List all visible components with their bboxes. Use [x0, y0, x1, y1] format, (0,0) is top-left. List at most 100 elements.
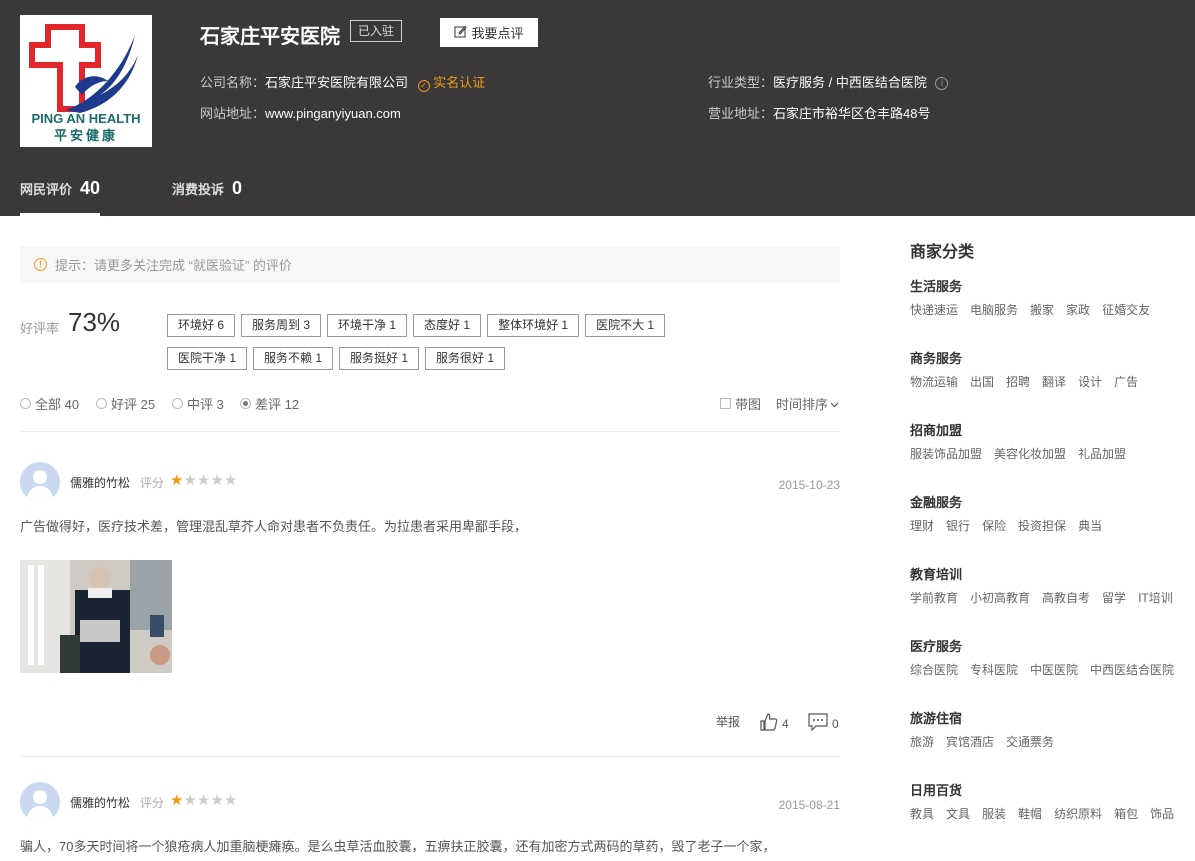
check-circle-icon: ✓ [417, 80, 430, 92]
verified-label: 实名认证 [433, 75, 486, 90]
category-link[interactable]: 投资担保 [1018, 517, 1066, 534]
radio-icon [172, 398, 183, 409]
category-link[interactable]: 家政 [1066, 301, 1090, 318]
company-label: 公司名称： [200, 75, 266, 90]
category-link[interactable]: 服装 [982, 805, 1006, 822]
tag-item[interactable]: 环境好 6 [167, 314, 236, 337]
category-link[interactable]: 专科医院 [970, 661, 1018, 678]
tag-item[interactable]: 医院不大 1 [585, 314, 666, 337]
website-link[interactable]: www.pinganyiyuan.com [265, 106, 401, 121]
category-link[interactable]: 搬家 [1030, 301, 1054, 318]
category-link[interactable]: 学前教育 [910, 589, 958, 606]
review-username[interactable]: 儒雅的竹松 [70, 794, 130, 811]
sort-dropdown[interactable]: 时间排序 [776, 394, 839, 413]
star-icon: ★ [183, 792, 197, 809]
category-link[interactable]: IT培训 [1138, 589, 1173, 606]
category-link[interactable]: 设计 [1078, 373, 1102, 390]
comment-count: 0 [832, 716, 839, 731]
category-link[interactable]: 招聘 [1006, 373, 1030, 390]
report-label: 举报 [716, 715, 741, 729]
tag-item[interactable]: 医院干净 1 [167, 347, 248, 370]
category-link[interactable]: 教具 [910, 805, 934, 822]
filter-good[interactable]: 好评 25 [96, 394, 155, 413]
category-link[interactable]: 鞋帽 [1018, 805, 1042, 822]
good-rate-label: 好评率 [20, 321, 60, 336]
avatar[interactable] [20, 782, 60, 822]
category-link[interactable]: 中西医结合医院 [1090, 661, 1174, 678]
star-icon: ★ [183, 472, 197, 489]
category-link[interactable]: 快递速运 [910, 301, 958, 318]
filter-bad[interactable]: 差评 12 [240, 394, 299, 413]
category-link[interactable]: 礼品加盟 [1078, 445, 1126, 462]
star-icon: ★ [223, 792, 238, 809]
category-link[interactable]: 出国 [970, 373, 994, 390]
category-link[interactable]: 理财 [910, 517, 934, 534]
filter-label: 差评 12 [255, 397, 300, 412]
divider [20, 756, 840, 757]
category-name[interactable]: 医疗服务 [910, 636, 1195, 655]
category-name[interactable]: 教育培训 [910, 564, 1195, 583]
chevron-down-icon [830, 396, 839, 411]
review-photo[interactable] [20, 560, 172, 673]
category-link[interactable]: 交通票务 [1006, 733, 1054, 750]
divider [20, 431, 840, 432]
filter-all[interactable]: 全部 40 [20, 394, 79, 413]
star-icon: ★ [210, 472, 224, 489]
category-link[interactable]: 文具 [946, 805, 970, 822]
category-link[interactable]: 高教自考 [1042, 589, 1090, 606]
edit-icon [454, 25, 468, 41]
filter-label: 中评 3 [187, 397, 224, 412]
category-link[interactable]: 物流运输 [910, 373, 958, 390]
thumbs-up-icon [760, 713, 778, 734]
tab-user-reviews[interactable]: 网民评价 40 [20, 178, 101, 216]
category-link[interactable]: 留学 [1102, 589, 1126, 606]
tab-complaints[interactable]: 消费投诉 0 [172, 178, 242, 216]
tag-item[interactable]: 服务很好 1 [425, 347, 506, 370]
category-link[interactable]: 中医医院 [1030, 661, 1078, 678]
radio-icon [20, 398, 31, 409]
tag-item[interactable]: 服务周到 3 [241, 314, 322, 337]
write-review-button[interactable]: 我要点评 [440, 18, 538, 47]
comment-button[interactable]: 0 [808, 713, 839, 734]
report-button[interactable]: 举报 [716, 713, 740, 730]
category-name[interactable]: 金融服务 [910, 492, 1195, 511]
category-link[interactable]: 征婚交友 [1102, 301, 1150, 318]
category-name[interactable]: 旅游住宿 [910, 708, 1195, 727]
category-name[interactable]: 生活服务 [910, 276, 1195, 295]
tag-item[interactable]: 整体环境好 1 [487, 314, 580, 337]
like-button[interactable]: 4 [760, 713, 789, 734]
category-name[interactable]: 商务服务 [910, 348, 1195, 367]
category-link[interactable]: 翻译 [1042, 373, 1066, 390]
category-link[interactable]: 典当 [1078, 517, 1102, 534]
tag-item[interactable]: 服务不赖 1 [253, 347, 334, 370]
category-link[interactable]: 旅游 [910, 733, 934, 750]
info-icon[interactable]: i [935, 77, 949, 91]
star-icon: ★ [196, 792, 211, 809]
tag-item[interactable]: 环境干净 1 [327, 314, 408, 337]
category-link[interactable]: 银行 [946, 517, 970, 534]
category-link[interactable]: 箱包 [1114, 805, 1138, 822]
category-link[interactable]: 保险 [982, 517, 1006, 534]
category-link[interactable]: 服装饰品加盟 [910, 445, 982, 462]
category-link[interactable]: 电脑服务 [970, 301, 1018, 318]
tag-item[interactable]: 服务挺好 1 [339, 347, 420, 370]
filter-mid[interactable]: 中评 3 [172, 394, 224, 413]
category-link[interactable]: 小初高教育 [970, 589, 1030, 606]
category-name[interactable]: 日用百货 [910, 780, 1195, 799]
category-link[interactable]: 纺织原料 [1054, 805, 1102, 822]
category-link[interactable]: 饰品 [1150, 805, 1174, 822]
category-link[interactable]: 美容化妆加盟 [994, 445, 1066, 462]
category-name[interactable]: 招商加盟 [910, 420, 1195, 439]
category-link[interactable]: 综合医院 [910, 661, 958, 678]
category-link[interactable]: 广告 [1114, 373, 1138, 390]
page-title: 石家庄平安医院 [200, 26, 340, 48]
avatar[interactable] [20, 462, 60, 502]
review-username[interactable]: 儒雅的竹松 [70, 474, 130, 491]
industry-label: 行业类型： [708, 75, 774, 90]
category-link[interactable]: 宾馆酒店 [946, 733, 994, 750]
tag-item[interactable]: 态度好 1 [413, 314, 482, 337]
address-row: 营业地址：石家庄市裕华区仓丰路48号 [708, 103, 930, 122]
filter-with-image[interactable]: 带图 [720, 394, 761, 413]
warning-icon: ! [34, 258, 47, 271]
tab-label: 网民评价 [20, 182, 73, 197]
